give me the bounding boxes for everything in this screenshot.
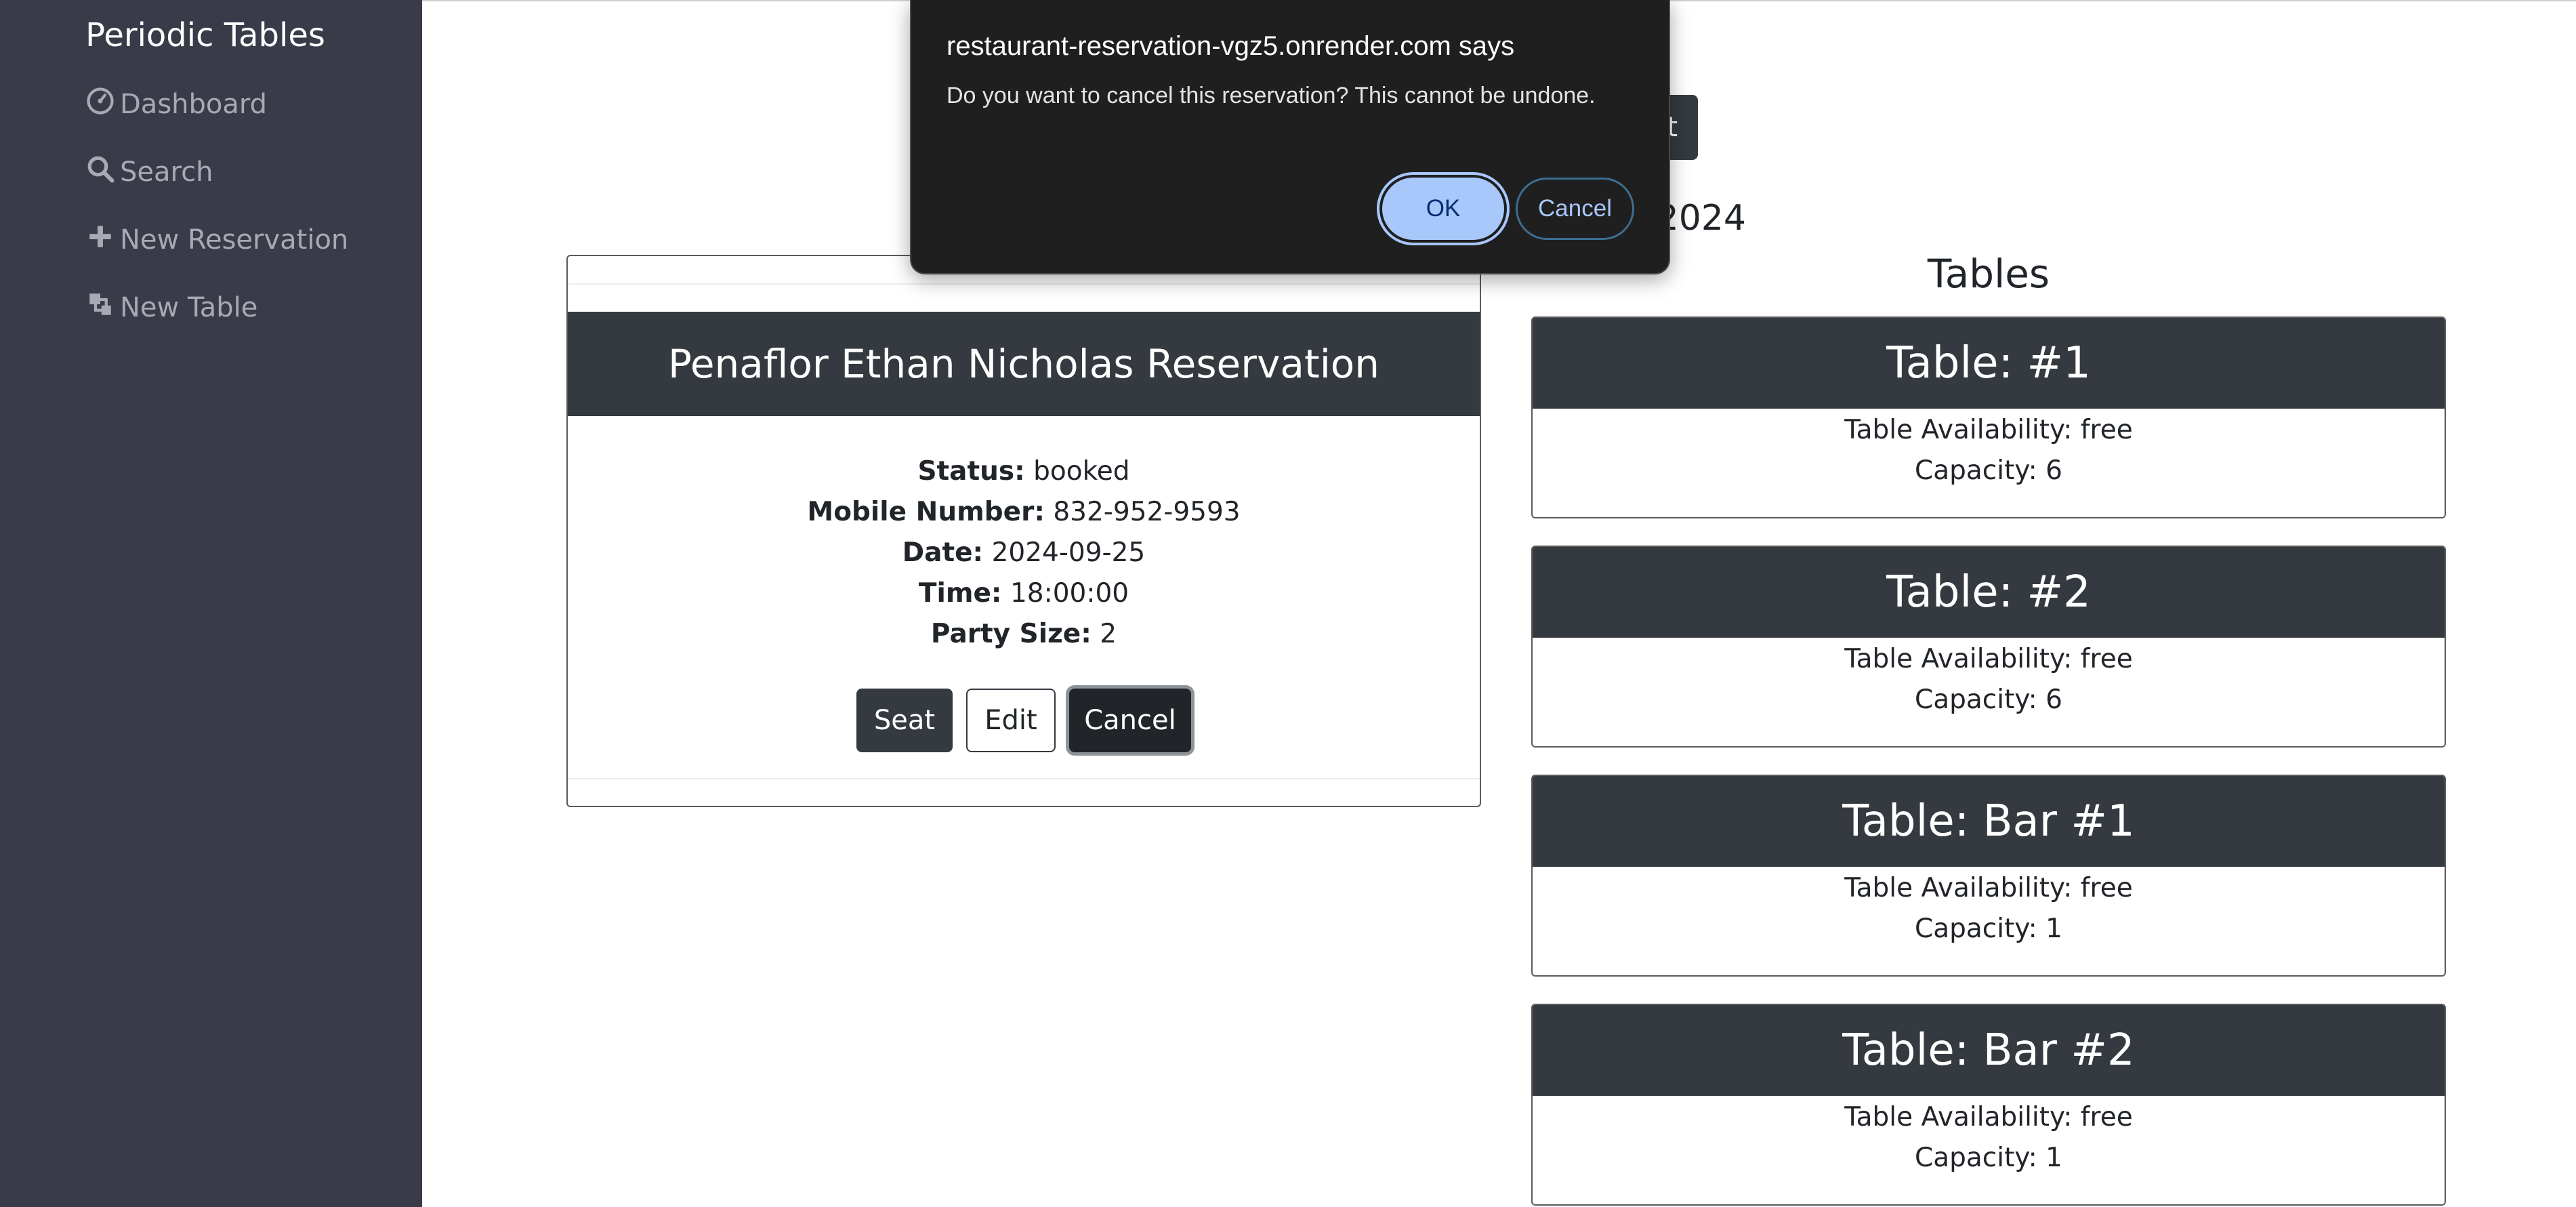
reservation-actions: Seat Edit Cancel <box>568 689 1480 752</box>
time-row: Time: 18:00:00 <box>568 573 1480 614</box>
table-capacity: Capacity: 1 <box>1915 914 2062 944</box>
reservation-card: Penaflor Ethan Nicholas Reservation Stat… <box>566 255 1481 807</box>
sidebar-item-label: New Table <box>120 292 258 323</box>
sidebar-item-dashboard[interactable]: Dashboard <box>86 84 267 125</box>
sidebar-item-search[interactable]: Search <box>86 152 213 192</box>
table-card: Table: #1 Table Availability: free Capac… <box>1531 316 2446 518</box>
dialog-ok-button[interactable]: OK <box>1382 178 1504 240</box>
sidebar-item-new-reservation[interactable]: New Reservation <box>86 220 348 260</box>
date-value: 2024-09-25 <box>991 537 1146 568</box>
table-name: Table: Bar #1 <box>1533 776 2445 867</box>
table-card: Table: #2 Table Availability: free Capac… <box>1531 546 2446 748</box>
table-capacity: Capacity: 6 <box>1915 684 2062 715</box>
sidebar-item-label: New Reservation <box>120 224 349 255</box>
layers-icon <box>86 290 120 325</box>
time-value: 18:00:00 <box>1010 578 1129 609</box>
table-availability: Table Availability: free <box>1844 644 2133 674</box>
table-card: Table: Bar #2 Table Availability: free C… <box>1531 1004 2446 1206</box>
plus-icon <box>86 222 120 258</box>
dialog-message: Do you want to cancel this reservation? … <box>947 83 1596 108</box>
date-label: Date: <box>902 537 984 568</box>
dialog-title: restaurant-reservation-vgz5.onrender.com… <box>947 31 1515 61</box>
confirm-dialog: restaurant-reservation-vgz5.onrender.com… <box>910 0 1670 274</box>
table-availability: Table Availability: free <box>1844 873 2133 903</box>
search-icon <box>86 155 120 190</box>
time-label: Time: <box>918 578 1002 609</box>
sidebar-item-label: Search <box>120 157 213 188</box>
date-row: Date: 2024-09-25 <box>568 533 1480 573</box>
mobile-label: Mobile Number: <box>807 497 1045 527</box>
table-capacity: Capacity: 1 <box>1915 1143 2062 1173</box>
status-value: booked <box>1033 456 1130 487</box>
mobile-value: 832-952-9593 <box>1053 497 1241 527</box>
party-size-row: Party Size: 2 <box>568 614 1480 655</box>
dashboard-icon <box>86 87 120 122</box>
party-size-label: Party Size: <box>930 619 1092 649</box>
sidebar-item-label: Dashboard <box>120 89 268 120</box>
edit-button[interactable]: Edit <box>966 689 1056 752</box>
mobile-row: Mobile Number: 832-952-9593 <box>568 492 1480 533</box>
party-size-value: 2 <box>1100 619 1117 649</box>
status-row: Status: booked <box>568 451 1480 492</box>
sidebar-item-new-table[interactable]: New Table <box>86 287 257 328</box>
table-card: Table: Bar #1 Table Availability: free C… <box>1531 775 2446 977</box>
reservation-title: Penaflor Ethan Nicholas Reservation <box>568 312 1480 416</box>
divider <box>568 778 1480 779</box>
cancel-reservation-button[interactable]: Cancel <box>1069 689 1191 752</box>
reservation-details: Status: booked Mobile Number: 832-952-95… <box>568 451 1480 655</box>
brand-title[interactable]: Periodic Tables <box>0 14 411 57</box>
table-name: Table: Bar #2 <box>1533 1005 2445 1096</box>
sidebar: Periodic Tables Dashboard Search New Res… <box>0 0 422 1207</box>
divider <box>568 283 1480 285</box>
table-availability: Table Availability: free <box>1844 1102 2133 1132</box>
table-name: Table: #1 <box>1533 318 2445 409</box>
table-name: Table: #2 <box>1533 547 2445 638</box>
table-availability: Table Availability: free <box>1844 415 2133 445</box>
status-label: Status: <box>917 456 1025 487</box>
seat-button[interactable]: Seat <box>856 689 953 752</box>
dialog-cancel-button[interactable]: Cancel <box>1516 178 1634 240</box>
table-capacity: Capacity: 6 <box>1915 455 2062 486</box>
